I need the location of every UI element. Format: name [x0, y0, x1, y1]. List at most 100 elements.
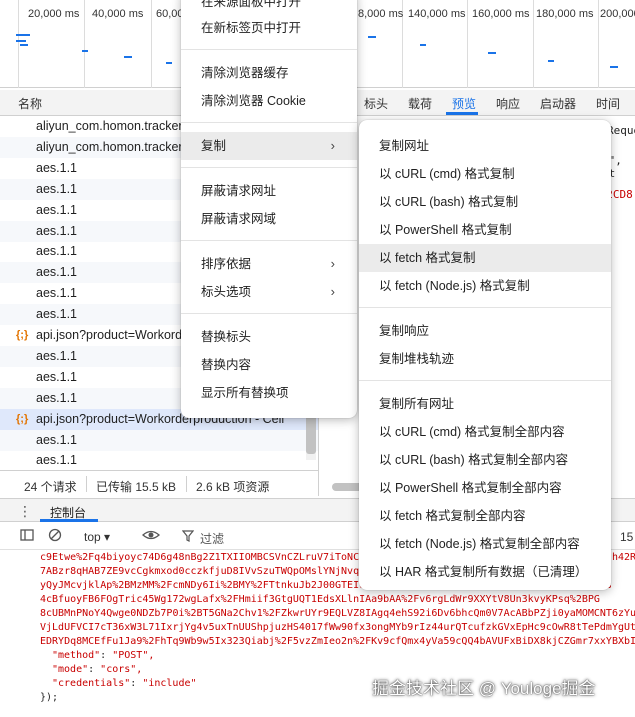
menu-item-copy-all-fetch[interactable]: 以 fetch 格式复制全部内容	[359, 502, 611, 530]
chevron-right-icon: ›	[330, 138, 335, 153]
menu-item-block-url[interactable]: 屏蔽请求网址	[181, 177, 357, 205]
menu-item-clear-cookies[interactable]: 清除浏览器 Cookie	[181, 87, 357, 115]
menu-separator	[359, 380, 611, 381]
watermark: 掘金技术社区 @ Youloge掘金	[372, 679, 596, 698]
menu-item-override-content[interactable]: 替换内容	[181, 351, 357, 379]
more-tabs-icon[interactable]: ⋮	[18, 503, 32, 520]
request-count: 24 个请求	[24, 480, 77, 494]
menu-item-copy-fetch[interactable]: 以 fetch 格式复制	[359, 244, 611, 272]
timeline-bar	[124, 56, 132, 58]
timeline-tick: 40,000 ms	[92, 8, 144, 20]
menu-item-copy-response[interactable]: 复制响应	[359, 317, 611, 345]
timeline-bar	[368, 36, 376, 38]
chevron-right-icon: ›	[330, 284, 335, 299]
active-drawer-tab-indicator	[40, 519, 98, 522]
timeline-tick: 180,000 ms	[536, 8, 594, 20]
menu-item-header-options[interactable]: 标头选项 ›	[181, 278, 357, 306]
request-name: aes.1.1	[36, 160, 78, 175]
code-value: "POST",	[112, 650, 155, 661]
request-name: aes.1.1	[36, 348, 78, 363]
resources-size: 2.6 kB 项资源	[196, 480, 270, 494]
json-file-icon: {;}	[16, 329, 29, 341]
timeline-gridline	[533, 0, 534, 88]
tab-preview[interactable]: 预览	[452, 95, 476, 112]
menu-item-copy-all-har[interactable]: 以 HAR 格式复制所有数据（已清理）	[359, 558, 611, 586]
menu-item-copy[interactable]: 复制 ›	[181, 132, 357, 160]
menu-item-copy-all-curl-cmd[interactable]: 以 cURL (cmd) 格式复制全部内容	[359, 418, 611, 446]
menu-item-block-domain[interactable]: 屏蔽请求网域	[181, 205, 357, 233]
code-line: });	[40, 691, 58, 704]
timeline-gridline	[151, 0, 152, 88]
sidebar-toggle-icon[interactable]	[20, 528, 34, 545]
menu-item-show-all-overrides[interactable]: 显示所有替换项	[181, 379, 357, 407]
timeline-tick: 20,000 ms	[28, 8, 80, 20]
menu-item-copy-all-urls[interactable]: 复制所有网址	[359, 390, 611, 418]
code-line: "credentials": "include"	[52, 678, 197, 689]
request-name: aes.1.1	[36, 223, 78, 238]
menu-item-open-in-new-tab[interactable]: 在新标签页中打开	[181, 14, 357, 42]
code-key: "credentials"	[52, 678, 131, 689]
console-line: EDRYDq8MCEfFu1Ja9%2FhTq9Wb9w5Ix323Qiabj%…	[40, 636, 635, 647]
status-divider	[86, 476, 87, 492]
menu-item-sort-by[interactable]: 排序依据 ›	[181, 250, 357, 278]
request-name: aes.1.1	[36, 202, 78, 217]
request-row[interactable]: aes.1.1	[0, 429, 318, 451]
code-value: "include"	[142, 678, 197, 689]
menu-item-copy-curl-bash[interactable]: 以 cURL (bash) 格式复制	[359, 188, 611, 216]
request-name: aliyun_com.homon.tracker	[36, 119, 183, 133]
request-row[interactable]: aes.1.1	[0, 450, 318, 470]
timeline-bar	[420, 44, 426, 46]
status-divider	[186, 476, 187, 492]
menu-item-copy-curl-cmd[interactable]: 以 cURL (cmd) 格式复制	[359, 160, 611, 188]
eye-icon[interactable]	[142, 528, 160, 545]
menu-separator	[181, 49, 357, 50]
context-menu: 在来源面板中打开 在新标签页中打开 清除浏览器缓存 清除浏览器 Cookie 复…	[181, 0, 357, 418]
menu-separator	[181, 122, 357, 123]
timeline-bar	[20, 44, 28, 46]
request-name: aes.1.1	[36, 244, 78, 259]
request-name: aliyun_com.homon.tracker	[36, 139, 183, 154]
clear-console-icon[interactable]	[48, 528, 62, 545]
menu-item-copy-all-fetch-node[interactable]: 以 fetch (Node.js) 格式复制全部内容	[359, 530, 611, 558]
menu-item-copy-stack-trace[interactable]: 复制堆栈轨迹	[359, 345, 611, 373]
tab-initiator[interactable]: 启动器	[540, 95, 576, 112]
filter-placeholder: 过滤	[200, 532, 225, 546]
menu-item-copy-all-curl-bash[interactable]: 以 cURL (bash) 格式复制全部内容	[359, 446, 611, 474]
chevron-right-icon: ›	[330, 256, 335, 271]
code-line: "method": "POST",	[52, 650, 155, 661]
copy-submenu: 复制网址 以 cURL (cmd) 格式复制 以 cURL (bash) 格式复…	[359, 120, 611, 590]
tab-headers[interactable]: 标头	[364, 95, 388, 112]
menu-separator	[359, 307, 611, 308]
name-column-header[interactable]: 名称	[18, 95, 42, 112]
menu-item-label: 排序依据	[201, 257, 252, 271]
console-line: VjLdUFVCI7cT36xW3L71IxrjYg4v5uxTnUUShpju…	[40, 622, 635, 633]
timeline-gridline	[467, 0, 468, 88]
preview-fragment: Reque	[607, 124, 635, 137]
request-list-scroll-thumb[interactable]	[306, 414, 316, 454]
tab-timing[interactable]: 时间	[596, 95, 620, 112]
context-selector[interactable]: top ▾	[84, 530, 110, 544]
console-line: 4cBfuoyFB6FOgTric45Wg172wgLafx%2FHmiif3G…	[40, 594, 600, 605]
menu-item-clear-cache[interactable]: 清除浏览器缓存	[181, 59, 357, 87]
timeline-bar	[166, 62, 172, 64]
menu-item-label: 标头选项	[201, 285, 252, 299]
tab-response[interactable]: 响应	[496, 95, 520, 112]
menu-item-copy-all-powershell[interactable]: 以 PowerShell 格式复制全部内容	[359, 474, 611, 502]
code-line: "mode": "cors",	[52, 664, 143, 675]
menu-item-copy-url[interactable]: 复制网址	[359, 132, 611, 160]
timeline-bar	[548, 60, 554, 62]
request-name: aes.1.1	[36, 369, 78, 384]
request-name: aes.1.1	[36, 181, 78, 196]
code-key: "mode"	[52, 664, 89, 675]
timeline-bar	[610, 66, 618, 68]
menu-item-copy-powershell[interactable]: 以 PowerShell 格式复制	[359, 216, 611, 244]
issues-count[interactable]: 15	[620, 530, 633, 544]
timeline-gridline	[84, 0, 85, 88]
timeline-tick: 140,000 ms	[408, 8, 466, 20]
tab-payload[interactable]: 载荷	[408, 95, 432, 112]
menu-item-copy-fetch-node[interactable]: 以 fetch (Node.js) 格式复制	[359, 272, 611, 300]
code-key: "method"	[52, 650, 101, 661]
request-name: aes.1.1	[36, 265, 78, 280]
menu-item-override-headers[interactable]: 替换标头	[181, 323, 357, 351]
request-name: aes.1.1	[36, 453, 78, 468]
